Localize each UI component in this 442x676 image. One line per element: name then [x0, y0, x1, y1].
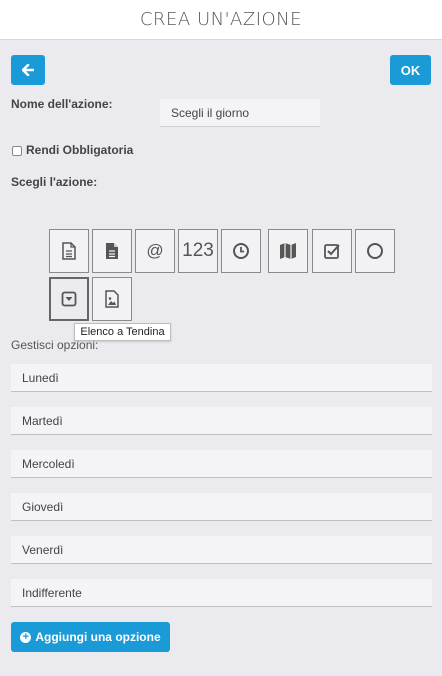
option-input[interactable] — [11, 579, 432, 607]
arrow-left-icon — [22, 64, 34, 76]
back-button[interactable] — [11, 55, 45, 85]
app-header: CREA UN'AZIONE — [0, 0, 442, 40]
add-option-button[interactable]: + Aggiungi una opzione — [11, 622, 170, 652]
radio-circle-icon — [367, 243, 383, 259]
action-type-radio-button[interactable] — [355, 229, 395, 273]
page-title: CREA UN'AZIONE — [139, 9, 303, 30]
option-input[interactable] — [11, 493, 432, 521]
action-type-email-button[interactable]: @ — [135, 229, 175, 273]
option-input[interactable] — [11, 450, 432, 478]
ok-button[interactable]: OK — [390, 55, 431, 85]
choose-action-label: Scegli l'azione: — [11, 175, 98, 189]
action-type-time-button[interactable] — [221, 229, 261, 273]
option-input[interactable] — [11, 536, 432, 564]
add-option-label: Aggiungi una opzione — [35, 630, 161, 644]
required-label: Rendi Obbligatoria — [26, 143, 134, 157]
action-type-dropdown-button[interactable] — [49, 277, 89, 321]
action-type-tooltip: Elenco a Tendina — [74, 323, 171, 341]
action-type-text-button[interactable] — [49, 229, 89, 273]
at-sign-icon: @ — [146, 241, 164, 260]
document-filled-icon — [106, 243, 118, 259]
action-type-checkbox-button[interactable] — [312, 229, 352, 273]
option-input[interactable] — [11, 364, 432, 392]
document-outline-icon — [62, 242, 76, 260]
action-type-image-button[interactable] — [92, 277, 132, 321]
required-checkbox[interactable] — [12, 146, 22, 156]
option-input[interactable] — [11, 407, 432, 435]
action-type-number-button[interactable]: 123 — [178, 229, 218, 273]
plus-circle-icon: + — [20, 631, 32, 643]
action-type-map-button[interactable] — [268, 229, 308, 273]
action-name-input[interactable] — [160, 99, 320, 127]
action-type-paragraph-button[interactable] — [92, 229, 132, 273]
checkbox-icon — [324, 244, 340, 259]
image-icon — [105, 290, 119, 308]
clock-icon — [233, 243, 249, 259]
action-name-label: Nome dell'azione: — [11, 97, 113, 111]
map-icon — [280, 243, 296, 259]
dropdown-icon — [61, 291, 77, 307]
number-icon: 123 — [182, 240, 214, 261]
